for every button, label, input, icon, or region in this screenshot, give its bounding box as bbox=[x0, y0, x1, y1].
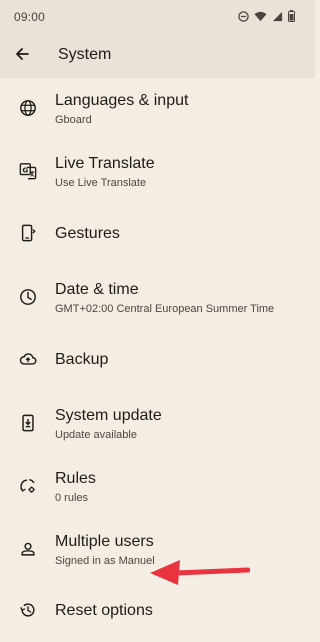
setting-reset-options[interactable]: Reset options bbox=[0, 582, 315, 642]
setting-title: Multiple users bbox=[55, 533, 154, 550]
setting-subtitle: GMT+02:00 Central European Summer Time bbox=[55, 303, 275, 315]
system-update-icon bbox=[18, 413, 38, 433]
setting-title: Live Translate bbox=[55, 155, 155, 172]
setting-title: Backup bbox=[55, 351, 109, 368]
battery-icon bbox=[288, 10, 295, 22]
setting-title: Gestures bbox=[55, 225, 120, 242]
setting-gestures[interactable]: Gestures bbox=[0, 204, 315, 264]
setting-languages-input[interactable]: Languages & input Gboard bbox=[0, 78, 315, 138]
status-icons bbox=[238, 10, 295, 22]
setting-subtitle: Update available bbox=[55, 429, 137, 441]
setting-subtitle: 0 rules bbox=[55, 492, 89, 504]
setting-title: Languages & input bbox=[55, 92, 189, 109]
back-button[interactable] bbox=[8, 42, 36, 70]
setting-live-translate[interactable]: G Live Translate Use Live Translate bbox=[0, 141, 315, 201]
rules-icon bbox=[18, 476, 38, 496]
signal-icon bbox=[272, 11, 283, 22]
person-icon bbox=[18, 539, 38, 559]
annotation-arrow bbox=[150, 560, 250, 585]
setting-subtitle: Gboard bbox=[55, 114, 92, 126]
setting-rules[interactable]: Rules 0 rules bbox=[0, 456, 315, 516]
svg-text:G: G bbox=[22, 165, 28, 174]
setting-date-time[interactable]: Date & time GMT+02:00 Central European S… bbox=[0, 267, 315, 327]
setting-title: System update bbox=[55, 407, 162, 424]
page-title: System bbox=[58, 46, 112, 63]
setting-backup[interactable]: Backup bbox=[0, 330, 315, 390]
setting-title: Date & time bbox=[55, 281, 139, 298]
setting-subtitle: Signed in as Manuel bbox=[55, 555, 155, 567]
do-not-disturb-icon bbox=[238, 10, 249, 22]
setting-subtitle: Use Live Translate bbox=[55, 177, 147, 189]
translate-icon: G bbox=[18, 161, 38, 181]
globe-icon bbox=[18, 98, 38, 118]
status-bar: 09:00 bbox=[0, 0, 315, 34]
wifi-icon bbox=[254, 11, 267, 22]
app-bar: System bbox=[0, 34, 315, 78]
phone-gesture-icon bbox=[18, 223, 38, 243]
clock-icon bbox=[18, 287, 38, 307]
setting-title: Rules bbox=[55, 470, 96, 487]
cloud-upload-icon bbox=[18, 349, 38, 369]
history-icon bbox=[18, 600, 38, 620]
setting-system-update[interactable]: System update Update available bbox=[0, 393, 315, 453]
setting-title: Reset options bbox=[55, 602, 153, 619]
status-time: 09:00 bbox=[14, 10, 46, 24]
arrow-back-icon bbox=[14, 46, 30, 67]
